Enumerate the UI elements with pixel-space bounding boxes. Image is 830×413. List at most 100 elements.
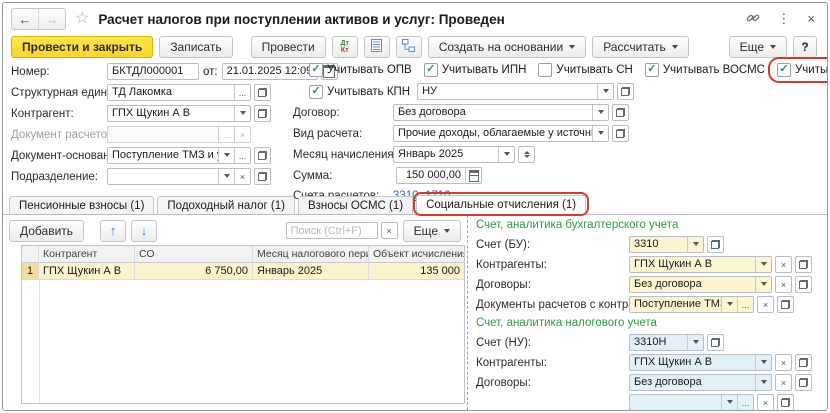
dropdown-button[interactable] bbox=[721, 297, 737, 312]
bu-docs-input[interactable]: Поступление ТМЗ и услуг ... bbox=[629, 296, 754, 313]
column-header[interactable]: Месяц налогового периода bbox=[253, 246, 369, 263]
kebab-menu-icon[interactable]: ⋮ bbox=[777, 12, 790, 26]
accrual-month-input[interactable]: Январь 2025 bbox=[393, 146, 515, 163]
department-input[interactable]: × bbox=[107, 168, 251, 185]
choose-button[interactable]: ... bbox=[234, 148, 250, 163]
clear-button[interactable]: × bbox=[775, 256, 792, 273]
related-documents-button[interactable] bbox=[396, 36, 422, 58]
clear-button[interactable]: × bbox=[757, 394, 774, 411]
open-button[interactable] bbox=[777, 394, 794, 411]
counterparty-input[interactable]: ГПХ Щукин А В bbox=[107, 105, 251, 122]
nu-counterparties-input[interactable]: ГПХ Щукин А В bbox=[629, 354, 772, 371]
open-button[interactable] bbox=[707, 334, 724, 351]
tax-period-cell[interactable]: Январь 2025 bbox=[253, 263, 369, 280]
nu-docs-input[interactable]: ... bbox=[629, 394, 754, 411]
open-button[interactable] bbox=[795, 276, 812, 293]
tab-social-deductions[interactable]: Социальные отчисления (1) bbox=[416, 195, 586, 215]
forward-button[interactable]: → bbox=[38, 9, 65, 29]
choose-button[interactable]: ... bbox=[737, 297, 753, 312]
tab-income-tax[interactable]: Подоходный налог (1) bbox=[157, 196, 295, 214]
checkbox-kpn[interactable]: ✓ Учитывать КПН bbox=[307, 84, 412, 100]
bu-account-input[interactable]: 3310 bbox=[629, 236, 704, 253]
open-button[interactable] bbox=[795, 354, 812, 371]
dropdown-button[interactable] bbox=[592, 105, 608, 120]
open-button[interactable] bbox=[254, 105, 271, 122]
calculator-button[interactable] bbox=[465, 168, 481, 183]
search-input[interactable] bbox=[286, 222, 378, 239]
move-up-button[interactable]: ↑ bbox=[100, 220, 126, 242]
back-button[interactable]: ← bbox=[12, 9, 38, 29]
open-button[interactable] bbox=[617, 83, 634, 100]
nu-account-input[interactable]: 3310Н bbox=[629, 334, 704, 351]
dropdown-button[interactable] bbox=[687, 335, 703, 350]
post-and-close-button[interactable]: Провести и закрыть bbox=[11, 36, 153, 58]
tab-pension-contributions[interactable]: Пенсионные взносы (1) bbox=[9, 196, 154, 214]
move-down-button[interactable]: ↓ bbox=[131, 220, 157, 242]
write-button[interactable]: Записать bbox=[159, 36, 232, 58]
grid-more-button[interactable]: Еще bbox=[403, 220, 461, 242]
dropdown-button[interactable] bbox=[755, 277, 771, 292]
clear-button[interactable]: × bbox=[775, 276, 792, 293]
month-stepper[interactable] bbox=[518, 146, 535, 163]
create-based-on-button[interactable]: Создать на основании bbox=[428, 36, 587, 58]
column-header[interactable]: Объект исчисления bbox=[369, 246, 464, 263]
close-icon[interactable]: × bbox=[807, 12, 815, 26]
dropdown-button[interactable] bbox=[597, 84, 613, 99]
nu-contracts-input[interactable]: Без договора bbox=[629, 374, 772, 391]
dtkt-postings-button[interactable]: ДтКт bbox=[332, 36, 358, 58]
search-clear-button[interactable]: × bbox=[381, 222, 398, 239]
open-button[interactable] bbox=[795, 256, 812, 273]
open-button[interactable] bbox=[707, 236, 724, 253]
add-row-button[interactable]: Добавить bbox=[9, 220, 84, 242]
help-button[interactable]: ? bbox=[793, 36, 817, 58]
checkbox-sn[interactable]: Учитывать СН bbox=[536, 62, 634, 78]
open-button[interactable] bbox=[612, 125, 629, 142]
bu-contracts-input[interactable]: Без договора bbox=[629, 276, 772, 293]
calculate-button[interactable]: Рассчитать bbox=[592, 36, 689, 58]
open-button[interactable] bbox=[795, 374, 812, 391]
so-amount-cell[interactable]: 6 750,00 bbox=[135, 263, 253, 280]
clear-button[interactable]: × bbox=[757, 296, 774, 313]
dropdown-button[interactable] bbox=[755, 375, 771, 390]
checkbox-ipn[interactable]: ✓ Учитывать ИПН bbox=[422, 62, 529, 78]
get-link-icon[interactable] bbox=[746, 11, 760, 28]
dropdown-button[interactable] bbox=[234, 106, 250, 121]
base-doc-input[interactable]: Поступление ТМЗ и услуг БКТД ... bbox=[107, 147, 251, 164]
checkbox-vosms[interactable]: ✓ Учитывать ВОСМС bbox=[643, 62, 767, 78]
calc-base-cell[interactable]: 135 000 bbox=[369, 263, 464, 280]
number-input[interactable]: БКТДЛ000001 bbox=[107, 63, 199, 80]
open-button[interactable] bbox=[254, 84, 271, 101]
dropdown-button[interactable] bbox=[687, 237, 703, 252]
dropdown-button[interactable] bbox=[721, 395, 737, 410]
structural-unit-input[interactable]: ТД Лакомка ... bbox=[107, 84, 251, 101]
tab-osms-contributions[interactable]: Взносы ОСМС (1) bbox=[298, 196, 413, 214]
more-button[interactable]: Еще bbox=[729, 36, 787, 58]
column-header[interactable]: Контрагент bbox=[39, 246, 135, 263]
clear-button[interactable]: × bbox=[775, 354, 792, 371]
dropdown-button[interactable] bbox=[218, 148, 234, 163]
open-button[interactable] bbox=[254, 147, 271, 164]
counterparty-cell[interactable]: ГПХ Щукин А В bbox=[39, 263, 135, 280]
dropdown-button[interactable] bbox=[498, 147, 514, 162]
choose-button[interactable]: ... bbox=[737, 395, 753, 410]
clear-button[interactable]: × bbox=[775, 374, 792, 391]
calc-type-input[interactable]: Прочие доходы, облагаемые у источника bbox=[393, 125, 609, 142]
favorite-star-icon[interactable]: ☆ bbox=[75, 11, 89, 27]
clear-button[interactable]: × bbox=[234, 169, 250, 184]
open-button[interactable] bbox=[777, 296, 794, 313]
checkbox-so[interactable]: ✓ Учитывать СО bbox=[775, 62, 828, 78]
post-button[interactable]: Провести bbox=[251, 36, 326, 58]
dropdown-button[interactable] bbox=[592, 126, 608, 141]
checkbox-opv[interactable]: ✓ Учитывать ОПВ bbox=[307, 62, 414, 78]
open-button[interactable] bbox=[612, 104, 629, 121]
dropdown-button[interactable] bbox=[755, 257, 771, 272]
column-header[interactable]: СО bbox=[135, 246, 253, 263]
choose-button[interactable]: ... bbox=[234, 85, 250, 100]
contract-input[interactable]: Без договора bbox=[393, 104, 609, 121]
amount-input[interactable]: 150 000,00 bbox=[396, 167, 482, 184]
dropdown-button[interactable] bbox=[755, 355, 771, 370]
kpn-account-input[interactable]: НУ bbox=[417, 83, 614, 100]
open-button[interactable] bbox=[254, 168, 271, 185]
dropdown-button[interactable] bbox=[218, 169, 234, 184]
bu-counterparties-input[interactable]: ГПХ Щукин А В bbox=[629, 256, 772, 273]
